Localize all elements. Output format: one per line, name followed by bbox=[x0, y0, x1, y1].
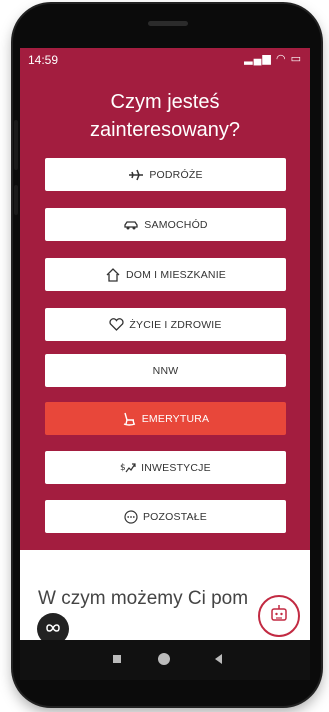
option-label: ŻYCIE I ZDROWIE bbox=[129, 318, 222, 331]
option-label: EMERYTURA bbox=[141, 412, 210, 425]
option-zycie-button[interactable]: ŻYCIE I ZDROWIE bbox=[45, 308, 286, 341]
phone-speaker bbox=[148, 21, 188, 26]
help-heading: W czym możemy Ci pom bbox=[38, 588, 249, 609]
interest-panel: 14:59 ▂▄▆ ◠ ▭ Czym jesteś zainteresowany… bbox=[20, 48, 310, 550]
robot-icon bbox=[268, 603, 290, 630]
plane-icon bbox=[128, 169, 144, 181]
option-inwestycje-button[interactable]: $ INWESTYCJE bbox=[45, 451, 286, 484]
status-time: 14:59 bbox=[28, 53, 59, 67]
car-icon bbox=[123, 219, 139, 231]
option-label: POZOSTAŁE bbox=[142, 510, 208, 523]
recents-icon[interactable] bbox=[113, 655, 121, 663]
option-label: DOM I MIESZKANIE bbox=[125, 268, 227, 281]
home-icon[interactable] bbox=[158, 653, 170, 665]
option-label: SAMOCHÓD bbox=[144, 218, 208, 231]
status-bar: 14:59 ▂▄▆ ◠ ▭ bbox=[20, 48, 310, 70]
power-button bbox=[14, 185, 18, 215]
option-samochod-button[interactable]: SAMOCHÓD bbox=[45, 208, 286, 241]
option-label: INWESTYCJE bbox=[141, 461, 211, 474]
option-label: NNW bbox=[152, 364, 179, 377]
system-nav-bar bbox=[20, 640, 310, 680]
chatbot-button[interactable] bbox=[258, 595, 300, 637]
page-title: Czym jesteś zainteresowany? bbox=[20, 88, 310, 144]
option-label: PODRÓŻE bbox=[149, 168, 203, 181]
money-chart-icon: $ bbox=[120, 461, 136, 474]
heart-icon bbox=[109, 318, 124, 331]
page-title-line2: zainteresowany? bbox=[89, 119, 241, 141]
status-icons: ▂▄▆ ◠ ▭ bbox=[244, 53, 302, 65]
svg-text:$: $ bbox=[120, 463, 126, 473]
option-nnw-button[interactable]: NNW bbox=[45, 354, 286, 387]
back-icon[interactable] bbox=[215, 654, 222, 664]
option-pozostale-button[interactable]: POZOSTAŁE bbox=[45, 500, 286, 533]
option-emerytura-button[interactable]: EMERYTURA bbox=[45, 402, 286, 435]
volume-button bbox=[14, 120, 18, 170]
screen: 14:59 ▂▄▆ ◠ ▭ Czym jesteś zainteresowany… bbox=[20, 48, 310, 654]
page-title-line1: Czym jesteś bbox=[110, 91, 220, 113]
house-icon bbox=[105, 267, 121, 282]
infinity-icon bbox=[45, 620, 61, 638]
more-icon bbox=[124, 509, 138, 524]
option-dom-button[interactable]: DOM I MIESZKANIE bbox=[45, 258, 286, 291]
rocking-chair-icon bbox=[122, 412, 137, 426]
option-podroze-button[interactable]: PODRÓŻE bbox=[45, 158, 286, 191]
